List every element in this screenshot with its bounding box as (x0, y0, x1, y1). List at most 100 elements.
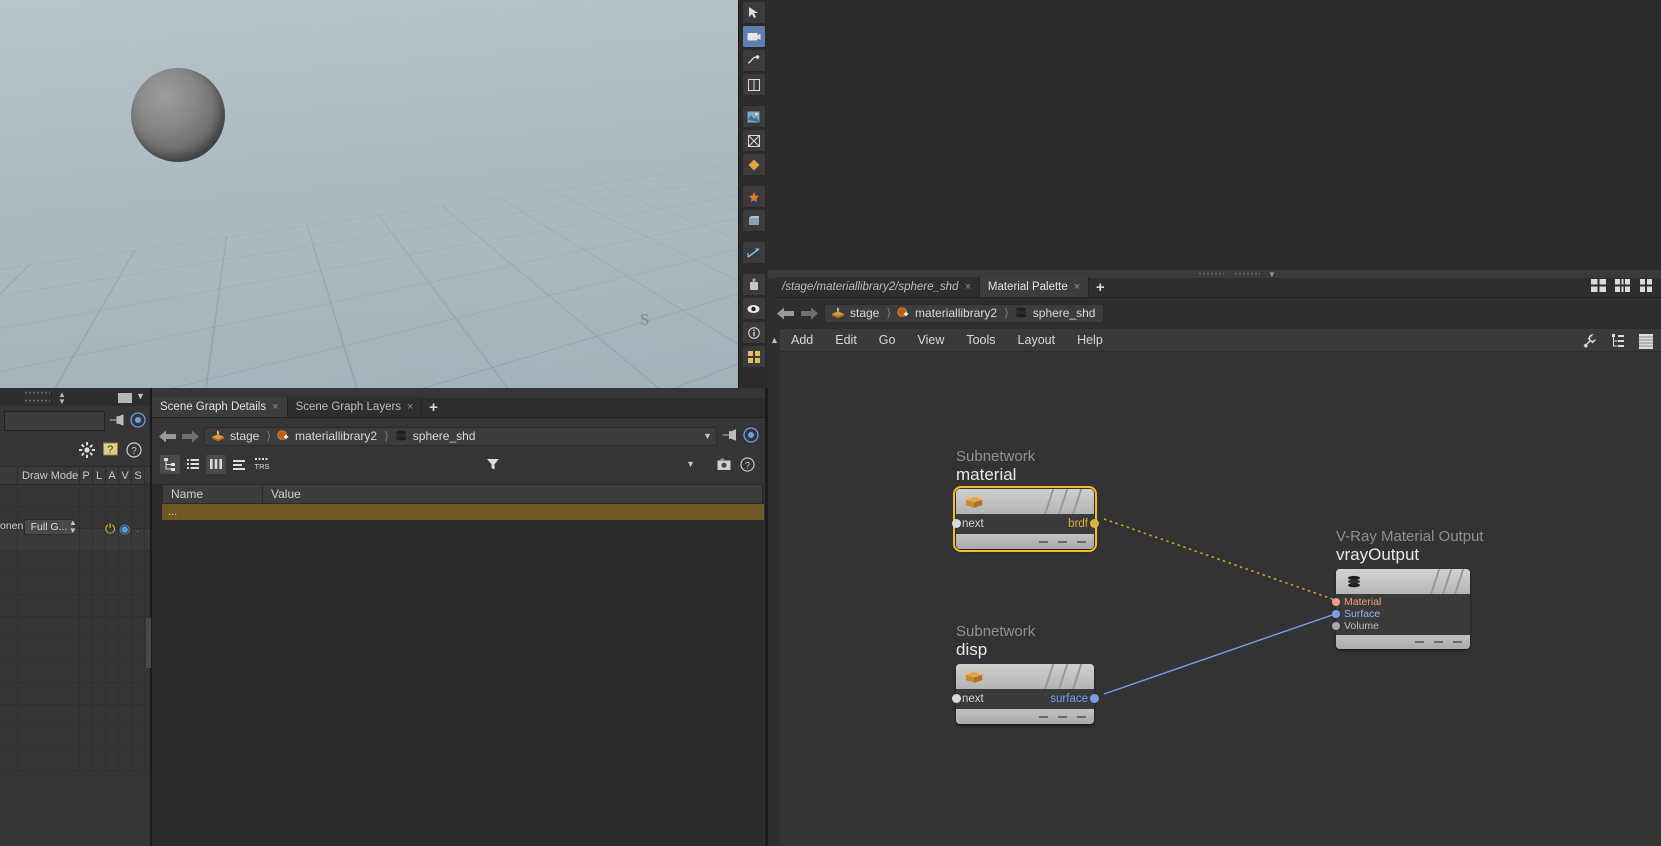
breadcrumb[interactable]: stage ⟩ materiallibrary2 ⟩ sphere_shd (824, 303, 1105, 323)
grid-icon[interactable] (741, 345, 766, 368)
input-row-surface[interactable]: Surface (1332, 608, 1470, 620)
add-tab-button[interactable]: + (1089, 277, 1111, 297)
node-body[interactable]: Material Surface Volume (1332, 569, 1470, 649)
drag-handle[interactable] (24, 399, 50, 403)
tree-list-icon[interactable] (1609, 332, 1627, 350)
panel-menu-icon[interactable]: ▼ (136, 391, 145, 401)
select-icon[interactable] (741, 1, 766, 24)
table-row[interactable] (0, 727, 150, 749)
column-view-icon[interactable] (206, 454, 226, 474)
paint-icon[interactable] (741, 273, 766, 296)
node-flag-icon[interactable] (1039, 715, 1048, 718)
note-icon[interactable]: ? (103, 442, 118, 460)
material-icon[interactable] (741, 153, 766, 176)
trs-icon[interactable]: TRS (252, 455, 272, 474)
node-footer[interactable] (1336, 635, 1470, 649)
input-row-material[interactable]: Material (1332, 596, 1470, 608)
table-row[interactable] (0, 595, 150, 617)
draw-mode-value[interactable]: Full G... (24, 519, 74, 535)
input-row-volume[interactable]: Volume (1332, 620, 1470, 632)
scene-graph-tree-panel[interactable]: ▲ ▼ ▼ ? ? Draw Mode P L A V S onen Full … (0, 388, 151, 846)
drag-handle[interactable] (24, 391, 50, 395)
help-icon[interactable]: ? (737, 455, 757, 474)
node-material[interactable]: Subnetwork material next brdf (952, 448, 1099, 552)
grid-extra-icon[interactable] (1637, 276, 1655, 294)
geometry-icon[interactable] (741, 209, 766, 232)
chevron-down-icon[interactable]: ▼ (703, 431, 712, 441)
left-panel-rows[interactable] (0, 485, 150, 846)
table-row[interactable] (0, 551, 150, 573)
scene-graph-details-breadcrumb-row[interactable]: stage ⟩ materiallibrary2 ⟩ sphere_shd ▼ (152, 422, 765, 450)
nav-back-icon[interactable] (158, 427, 176, 445)
nav-forward-icon[interactable] (800, 304, 818, 322)
breadcrumb-item-materiallibrary2[interactable]: materiallibrary2 (892, 306, 1003, 320)
panel-icon[interactable] (1637, 332, 1655, 350)
measure-icon[interactable] (741, 241, 766, 264)
node-flag-icon[interactable] (1077, 540, 1086, 543)
breadcrumb-item-sphere-shd[interactable]: sphere_shd (390, 429, 482, 443)
node-body[interactable]: next surface (952, 664, 1099, 724)
node-footer[interactable] (956, 534, 1094, 549)
network-grid-tools[interactable] (1589, 274, 1655, 296)
node-footer[interactable] (956, 709, 1094, 724)
node-header[interactable] (956, 664, 1094, 689)
power-icon[interactable]: ⏻ (105, 521, 115, 537)
info-icon[interactable] (741, 321, 766, 344)
tab-scene-graph-details[interactable]: Scene Graph Details × (152, 397, 288, 417)
tab-scene-graph-layers[interactable]: Scene Graph Layers × (287, 397, 423, 417)
menu-layout[interactable]: Layout (1007, 328, 1067, 352)
table-row[interactable] (0, 573, 150, 595)
filter-icon[interactable] (483, 455, 503, 474)
node-disp[interactable]: Subnetwork disp next surface (952, 623, 1099, 724)
pin-icon[interactable] (722, 428, 738, 444)
output-port-surface[interactable] (1090, 694, 1099, 703)
column-header-value[interactable]: Value (263, 485, 763, 503)
nav-forward-icon[interactable] (181, 427, 199, 445)
grid-view-icon[interactable] (1589, 276, 1607, 294)
breadcrumb-item-stage[interactable]: stage (207, 429, 265, 443)
tab-material-palette[interactable]: Material Palette × (979, 277, 1090, 297)
panel-resize-handle[interactable] (146, 618, 151, 668)
tab-sphere-shd-path[interactable]: /stage/materiallibrary2/sphere_shd × (774, 277, 980, 297)
viewport-toolbar[interactable] (738, 0, 768, 388)
close-icon[interactable]: × (964, 281, 970, 293)
network-editor-panel[interactable]: ▼ /stage/materiallibrary2/sphere_shd × M… (768, 270, 1661, 846)
output-port-brdf[interactable] (1090, 519, 1099, 528)
display-options-icon[interactable] (741, 105, 766, 128)
light-icon[interactable] (741, 185, 766, 208)
menu-edit[interactable]: Edit (824, 328, 868, 352)
visualize-icon[interactable] (741, 297, 766, 320)
node-input-list[interactable]: Material Surface Volume (1332, 594, 1470, 635)
pin-icon[interactable] (110, 413, 125, 429)
target-icon[interactable] (743, 426, 759, 446)
network-editor-menubar[interactable]: Add Edit Go View Tools Layout Help (780, 328, 1661, 352)
details-table-body[interactable] (162, 520, 764, 846)
node-flag-icon[interactable] (1415, 641, 1424, 643)
input-port-next[interactable] (952, 694, 961, 703)
node-flag-icon[interactable] (1434, 641, 1443, 643)
snapping-icon[interactable] (741, 129, 766, 152)
scroll-up-icon[interactable]: ▲ (770, 330, 779, 350)
menu-go[interactable]: Go (868, 328, 907, 352)
node-flag-icon[interactable] (1058, 715, 1067, 718)
snapshot-icon[interactable] (714, 455, 734, 474)
node-body[interactable]: next brdf (952, 486, 1099, 552)
scene-graph-details-panel[interactable]: Scene Graph Details × Scene Graph Layers… (152, 388, 765, 846)
table-row[interactable] (0, 639, 150, 661)
input-port-next[interactable] (952, 519, 961, 528)
close-icon[interactable]: × (1074, 281, 1080, 293)
node-vray-output[interactable]: V-Ray Material Output vrayOutput Materia… (1332, 528, 1484, 649)
column-header-name[interactable]: Name (163, 485, 263, 503)
network-editor-breadcrumb-row[interactable]: stage ⟩ materiallibrary2 ⟩ sphere_shd (768, 278, 1661, 328)
input-port-material[interactable] (1332, 598, 1340, 606)
left-panel-combo[interactable] (4, 411, 105, 431)
table-row[interactable] (0, 485, 150, 507)
close-icon[interactable]: × (407, 401, 413, 413)
handle-icon[interactable] (741, 49, 766, 72)
table-row[interactable] (0, 749, 150, 771)
scene-graph-details-tabbar[interactable]: Scene Graph Details × Scene Graph Layers… (152, 397, 765, 418)
node-flag-icon[interactable] (1077, 715, 1086, 718)
view-layout-icon[interactable] (741, 73, 766, 96)
node-header[interactable] (1336, 569, 1470, 594)
breadcrumb-item-stage[interactable]: stage (827, 306, 885, 320)
